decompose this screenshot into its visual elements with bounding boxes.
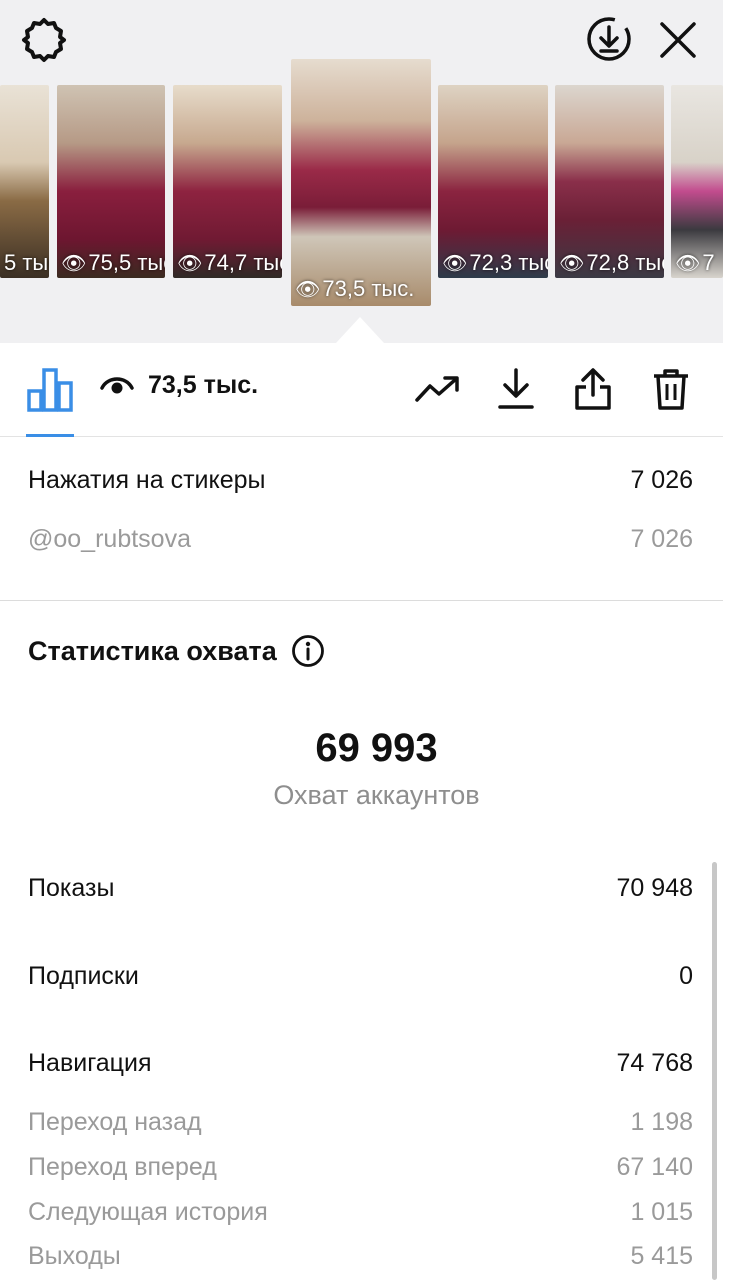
- trend-button[interactable]: [413, 365, 461, 413]
- selected-story-pointer: [336, 317, 384, 343]
- info-icon[interactable]: [291, 634, 325, 668]
- navigation-item-row: Следующая история 1 015: [28, 1198, 693, 1227]
- reach-title: Статистика охвата: [28, 635, 277, 666]
- active-tab-indicator: [26, 434, 74, 437]
- navigation-item-value: 1 198: [630, 1108, 693, 1136]
- stickers-value: 7 026: [630, 466, 693, 494]
- navigation-item-value: 67 140: [616, 1153, 693, 1181]
- story-thumbnail[interactable]: 👁 7: [671, 85, 723, 278]
- scrollbar[interactable]: [712, 862, 717, 1280]
- navigation-row: Навигация 74 768: [28, 1049, 693, 1078]
- gear-icon: [22, 18, 66, 62]
- tab-insights[interactable]: [26, 365, 74, 413]
- impressions-row: Показы 70 948: [28, 874, 693, 903]
- stickers-label: Нажатия на стикеры: [28, 466, 266, 494]
- navigation-value: 74 768: [616, 1049, 693, 1077]
- impressions-label: Показы: [28, 874, 115, 902]
- navigation-item-label: Следующая история: [28, 1198, 268, 1226]
- navigation-item-row: Выходы 5 415: [28, 1242, 693, 1271]
- story-thumbnail[interactable]: 5 тыс: [0, 85, 49, 278]
- story-strip-panel: 5 тыс 👁75,5 тыс 👁74,7 тыс 👁73,5 тыс. 👁72…: [0, 0, 729, 343]
- sticker-item-value: 7 026: [630, 525, 693, 553]
- story-views-label: 👁75,5 тыс: [61, 250, 165, 275]
- story-views-label: 👁 74,7 тыс: [177, 250, 282, 275]
- story-thumbnail-selected[interactable]: 👁 73,5 тыс.: [291, 59, 431, 306]
- trending-up-icon: [415, 376, 459, 402]
- stories-carousel[interactable]: 5 тыс 👁75,5 тыс 👁74,7 тыс 👁73,5 тыс. 👁72…: [0, 59, 723, 309]
- navigation-item-label: Переход вперед: [28, 1153, 217, 1181]
- navigation-item-label: Переход назад: [28, 1108, 202, 1136]
- story-thumbnail[interactable]: 👁75,5 тыс: [57, 85, 165, 278]
- follows-row: Подписки 0: [28, 962, 693, 991]
- section-divider: [0, 600, 723, 601]
- navigation-item-row: Переход назад 1 198: [28, 1108, 693, 1137]
- story-views-label: 👁 73,5 тыс.: [295, 276, 415, 301]
- follows-value: 0: [679, 962, 693, 990]
- story-views-label: 👁 7: [675, 250, 715, 275]
- story-views-label: 👁 72,8 тыс: [559, 250, 664, 275]
- download-button[interactable]: [492, 365, 540, 413]
- reach-section-title: Статистика охвата: [28, 634, 325, 668]
- story-thumbnail[interactable]: 👁 74,7 тыс: [173, 85, 282, 278]
- sticker-item-label: @oo_rubtsova: [28, 525, 191, 553]
- views-count: 73,5 тыс.: [100, 371, 258, 400]
- share-icon: [575, 368, 611, 410]
- close-icon: [660, 22, 696, 58]
- navigation-item-value: 5 415: [630, 1242, 693, 1270]
- story-views-label: 5 тыс: [4, 250, 49, 275]
- trash-icon: [654, 369, 688, 410]
- navigation-item-row: Переход вперед 67 140: [28, 1153, 693, 1182]
- views-value: 73,5 тыс.: [148, 371, 259, 399]
- impressions-value: 70 948: [616, 874, 693, 902]
- accounts-reached-value: 69 993: [315, 726, 438, 770]
- download-icon: [498, 368, 534, 409]
- delete-button[interactable]: [647, 365, 695, 413]
- eye-icon: [100, 376, 134, 393]
- story-thumbnail[interactable]: 👁 72,3 тыс: [438, 85, 548, 278]
- bar-chart-icon: [27, 368, 73, 412]
- download-circle-icon: [587, 17, 631, 61]
- navigation-item-value: 1 015: [630, 1198, 693, 1226]
- navigation-item-label: Выходы: [28, 1242, 121, 1270]
- insights-toolbar: 73,5 тыс.: [0, 343, 723, 437]
- story-views-label: 👁 72,3 тыс: [442, 250, 548, 275]
- story-thumbnail[interactable]: 👁 72,8 тыс: [555, 85, 664, 278]
- sticker-item-row: @oo_rubtsova 7 026: [28, 525, 693, 554]
- follows-label: Подписки: [28, 962, 139, 990]
- share-button[interactable]: [569, 365, 617, 413]
- navigation-label: Навигация: [28, 1049, 152, 1077]
- stickers-row: Нажатия на стикеры 7 026: [28, 466, 693, 495]
- right-edge: [723, 0, 729, 1280]
- accounts-reached-label: Охват аккаунтов: [273, 780, 480, 810]
